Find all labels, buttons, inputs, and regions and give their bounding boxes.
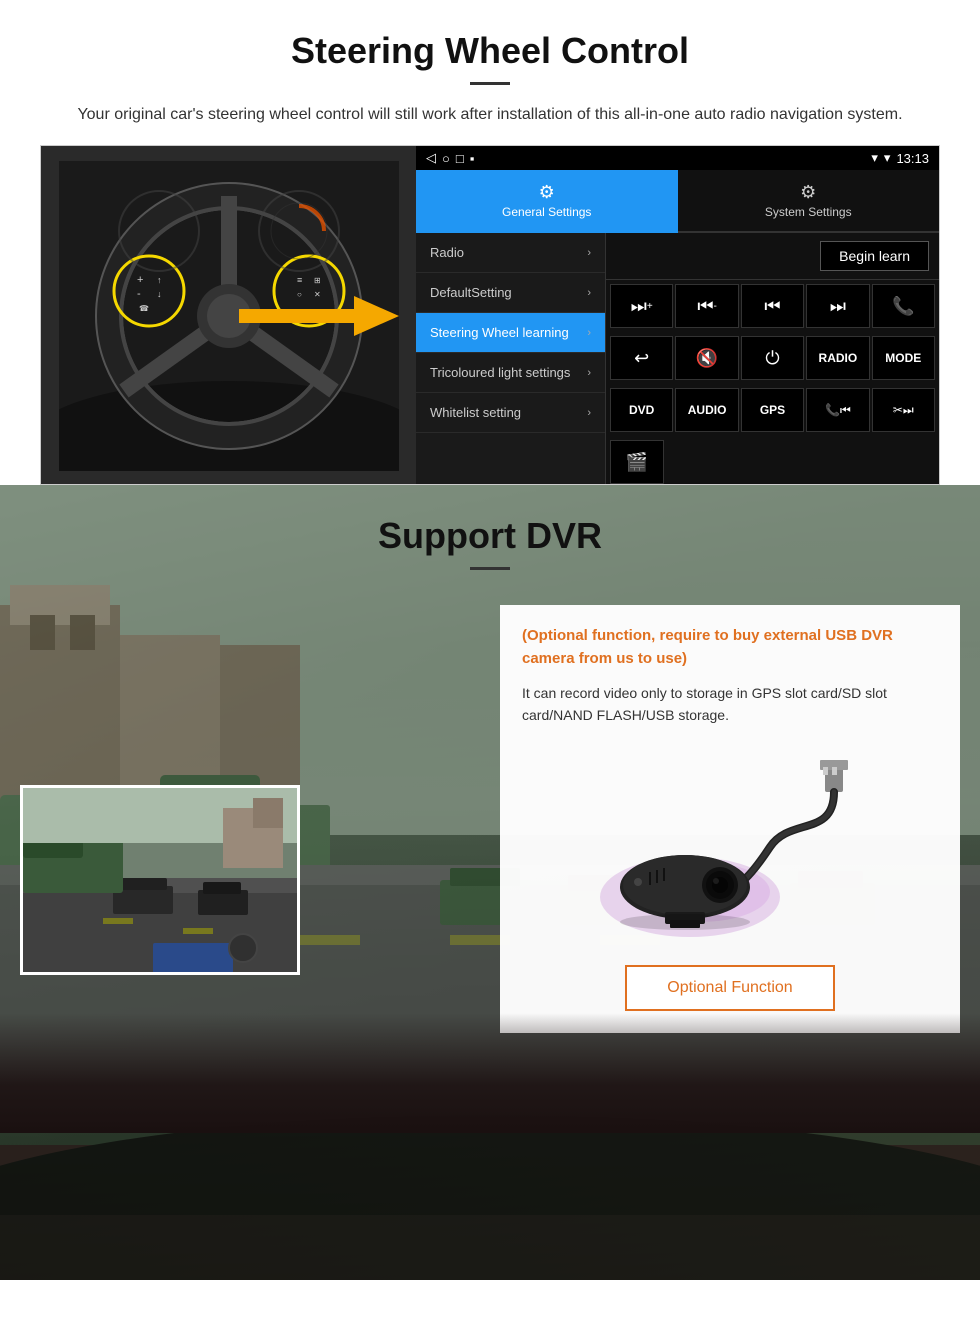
menu-item-whitelist[interactable]: Whitelist setting › bbox=[416, 393, 605, 433]
svg-text:↑: ↑ bbox=[157, 275, 162, 285]
btn-prev[interactable]: ⏮ bbox=[741, 284, 804, 328]
btn-power[interactable]: ⏻ bbox=[741, 336, 804, 380]
dvr-product-image bbox=[522, 747, 938, 947]
wifi-icon: ▾ bbox=[884, 150, 891, 166]
steering-section: Steering Wheel Control Your original car… bbox=[0, 0, 980, 485]
menu-item-radio[interactable]: Radio › bbox=[416, 233, 605, 273]
nav-back-icon: ◁ bbox=[426, 150, 436, 166]
svg-text:✕: ✕ bbox=[314, 290, 321, 299]
thumbnail-road-svg bbox=[23, 788, 300, 975]
steering-demo: + ↑ - ↓ ☎ ≡ ⊞ ○ ✕ bbox=[40, 145, 940, 485]
dvr-camera-svg bbox=[590, 757, 870, 937]
btn-call-prev[interactable]: 📞⏮ bbox=[806, 388, 869, 432]
btn-vol-up[interactable]: ⏭+ bbox=[610, 284, 673, 328]
menu-item-default-setting[interactable]: DefaultSetting › bbox=[416, 273, 605, 313]
chevron-right-icon: › bbox=[587, 287, 591, 299]
btn-back[interactable]: ↩ bbox=[610, 336, 673, 380]
nav-home-icon: ○ bbox=[442, 151, 450, 166]
svg-text:≡: ≡ bbox=[297, 275, 302, 285]
optional-function-button[interactable]: Optional Function bbox=[625, 965, 834, 1011]
btn-camera[interactable]: 🎬 bbox=[610, 440, 664, 484]
svg-text:+: + bbox=[137, 274, 143, 286]
tab-general-settings[interactable]: ⚙ General Settings bbox=[416, 170, 678, 233]
dvr-thumbnail-inner bbox=[23, 788, 297, 972]
button-grid-row2: ↩ 🔇 ⏻ RADIO MODE bbox=[606, 332, 939, 384]
svg-text:-: - bbox=[137, 288, 141, 300]
begin-learn-button[interactable]: Begin learn bbox=[820, 241, 929, 271]
menu-item-steering-wheel[interactable]: Steering Wheel learning › bbox=[416, 313, 605, 353]
android-buttons-area: Begin learn ⏭+ ⏮- ⏮ ⏭ 📞 ↩ 🔇 ⏻ bbox=[606, 233, 939, 485]
android-statusbar: ◁ ○ □ ▪ ▾ ▾ 13:13 bbox=[416, 146, 939, 170]
svg-text:⊞: ⊞ bbox=[314, 276, 321, 285]
android-tabs: ⚙ General Settings ⚙ System Settings bbox=[416, 170, 939, 233]
dvr-title-area: Support DVR bbox=[0, 485, 980, 585]
nav-camera-icon: ▪ bbox=[470, 151, 475, 166]
dvr-dashboard bbox=[0, 1013, 980, 1133]
dvr-main-content: (Optional function, require to buy exter… bbox=[0, 585, 980, 1033]
android-menu: Radio › DefaultSetting › Steering Wheel … bbox=[416, 233, 606, 485]
button-grid-row3: DVD AUDIO GPS 📞⏮ ✂⏭ bbox=[606, 384, 939, 436]
svg-text:☎: ☎ bbox=[139, 304, 149, 313]
page-title: Steering Wheel Control bbox=[40, 30, 940, 72]
nav-recent-icon: □ bbox=[456, 151, 464, 166]
section-subtitle: Your original car's steering wheel contr… bbox=[40, 103, 940, 127]
dvr-section: Support DVR bbox=[0, 485, 980, 1280]
dvr-info-card: (Optional function, require to buy exter… bbox=[500, 605, 960, 1033]
dvr-divider bbox=[470, 567, 510, 570]
android-content: Radio › DefaultSetting › Steering Wheel … bbox=[416, 233, 939, 485]
button-row4: 🎬 bbox=[606, 436, 939, 485]
btn-mute[interactable]: 🔇 bbox=[675, 336, 738, 380]
btn-mode[interactable]: MODE bbox=[872, 336, 935, 380]
btn-gps[interactable]: GPS bbox=[741, 388, 804, 432]
btn-call[interactable]: 📞 bbox=[872, 284, 935, 328]
steering-photo: + ↑ - ↓ ☎ ≡ ⊞ ○ ✕ bbox=[41, 146, 416, 485]
chevron-right-icon: › bbox=[587, 407, 591, 419]
btn-next[interactable]: ⏭ bbox=[806, 284, 869, 328]
android-panel: ◁ ○ □ ▪ ▾ ▾ 13:13 ⚙ General Settings ⚙ S… bbox=[416, 146, 939, 484]
btn-radio[interactable]: RADIO bbox=[806, 336, 869, 380]
menu-item-tricoloured[interactable]: Tricoloured light settings › bbox=[416, 353, 605, 393]
button-grid-row1: ⏭+ ⏮- ⏮ ⏭ 📞 bbox=[606, 280, 939, 332]
system-icon: ⚙ bbox=[678, 182, 940, 203]
dvr-description: It can record video only to storage in G… bbox=[522, 682, 938, 727]
dvr-thumbnail bbox=[20, 785, 300, 975]
dvr-optional-text: (Optional function, require to buy exter… bbox=[522, 625, 938, 670]
chevron-right-icon: › bbox=[587, 247, 591, 259]
settings-gear-icon: ⚙ bbox=[416, 182, 678, 203]
steering-wheel-image: + ↑ - ↓ ☎ ≡ ⊞ ○ ✕ bbox=[59, 161, 399, 471]
btn-cut-next[interactable]: ✂⏭ bbox=[872, 388, 935, 432]
btn-dvd[interactable]: DVD bbox=[610, 388, 673, 432]
svg-text:↓: ↓ bbox=[157, 289, 162, 299]
chevron-right-icon: › bbox=[587, 367, 591, 379]
status-time: 13:13 bbox=[896, 151, 929, 166]
btn-vol-down[interactable]: ⏮- bbox=[675, 284, 738, 328]
tab-system-settings[interactable]: ⚙ System Settings bbox=[678, 170, 940, 233]
signal-icon: ▾ bbox=[871, 150, 878, 166]
btn-audio[interactable]: AUDIO bbox=[675, 388, 738, 432]
begin-learn-row: Begin learn bbox=[606, 233, 939, 280]
chevron-right-icon: › bbox=[587, 327, 591, 339]
dvr-left-area bbox=[20, 605, 480, 1005]
title-divider bbox=[470, 82, 510, 85]
dvr-title: Support DVR bbox=[0, 515, 980, 557]
svg-text:○: ○ bbox=[297, 290, 302, 299]
